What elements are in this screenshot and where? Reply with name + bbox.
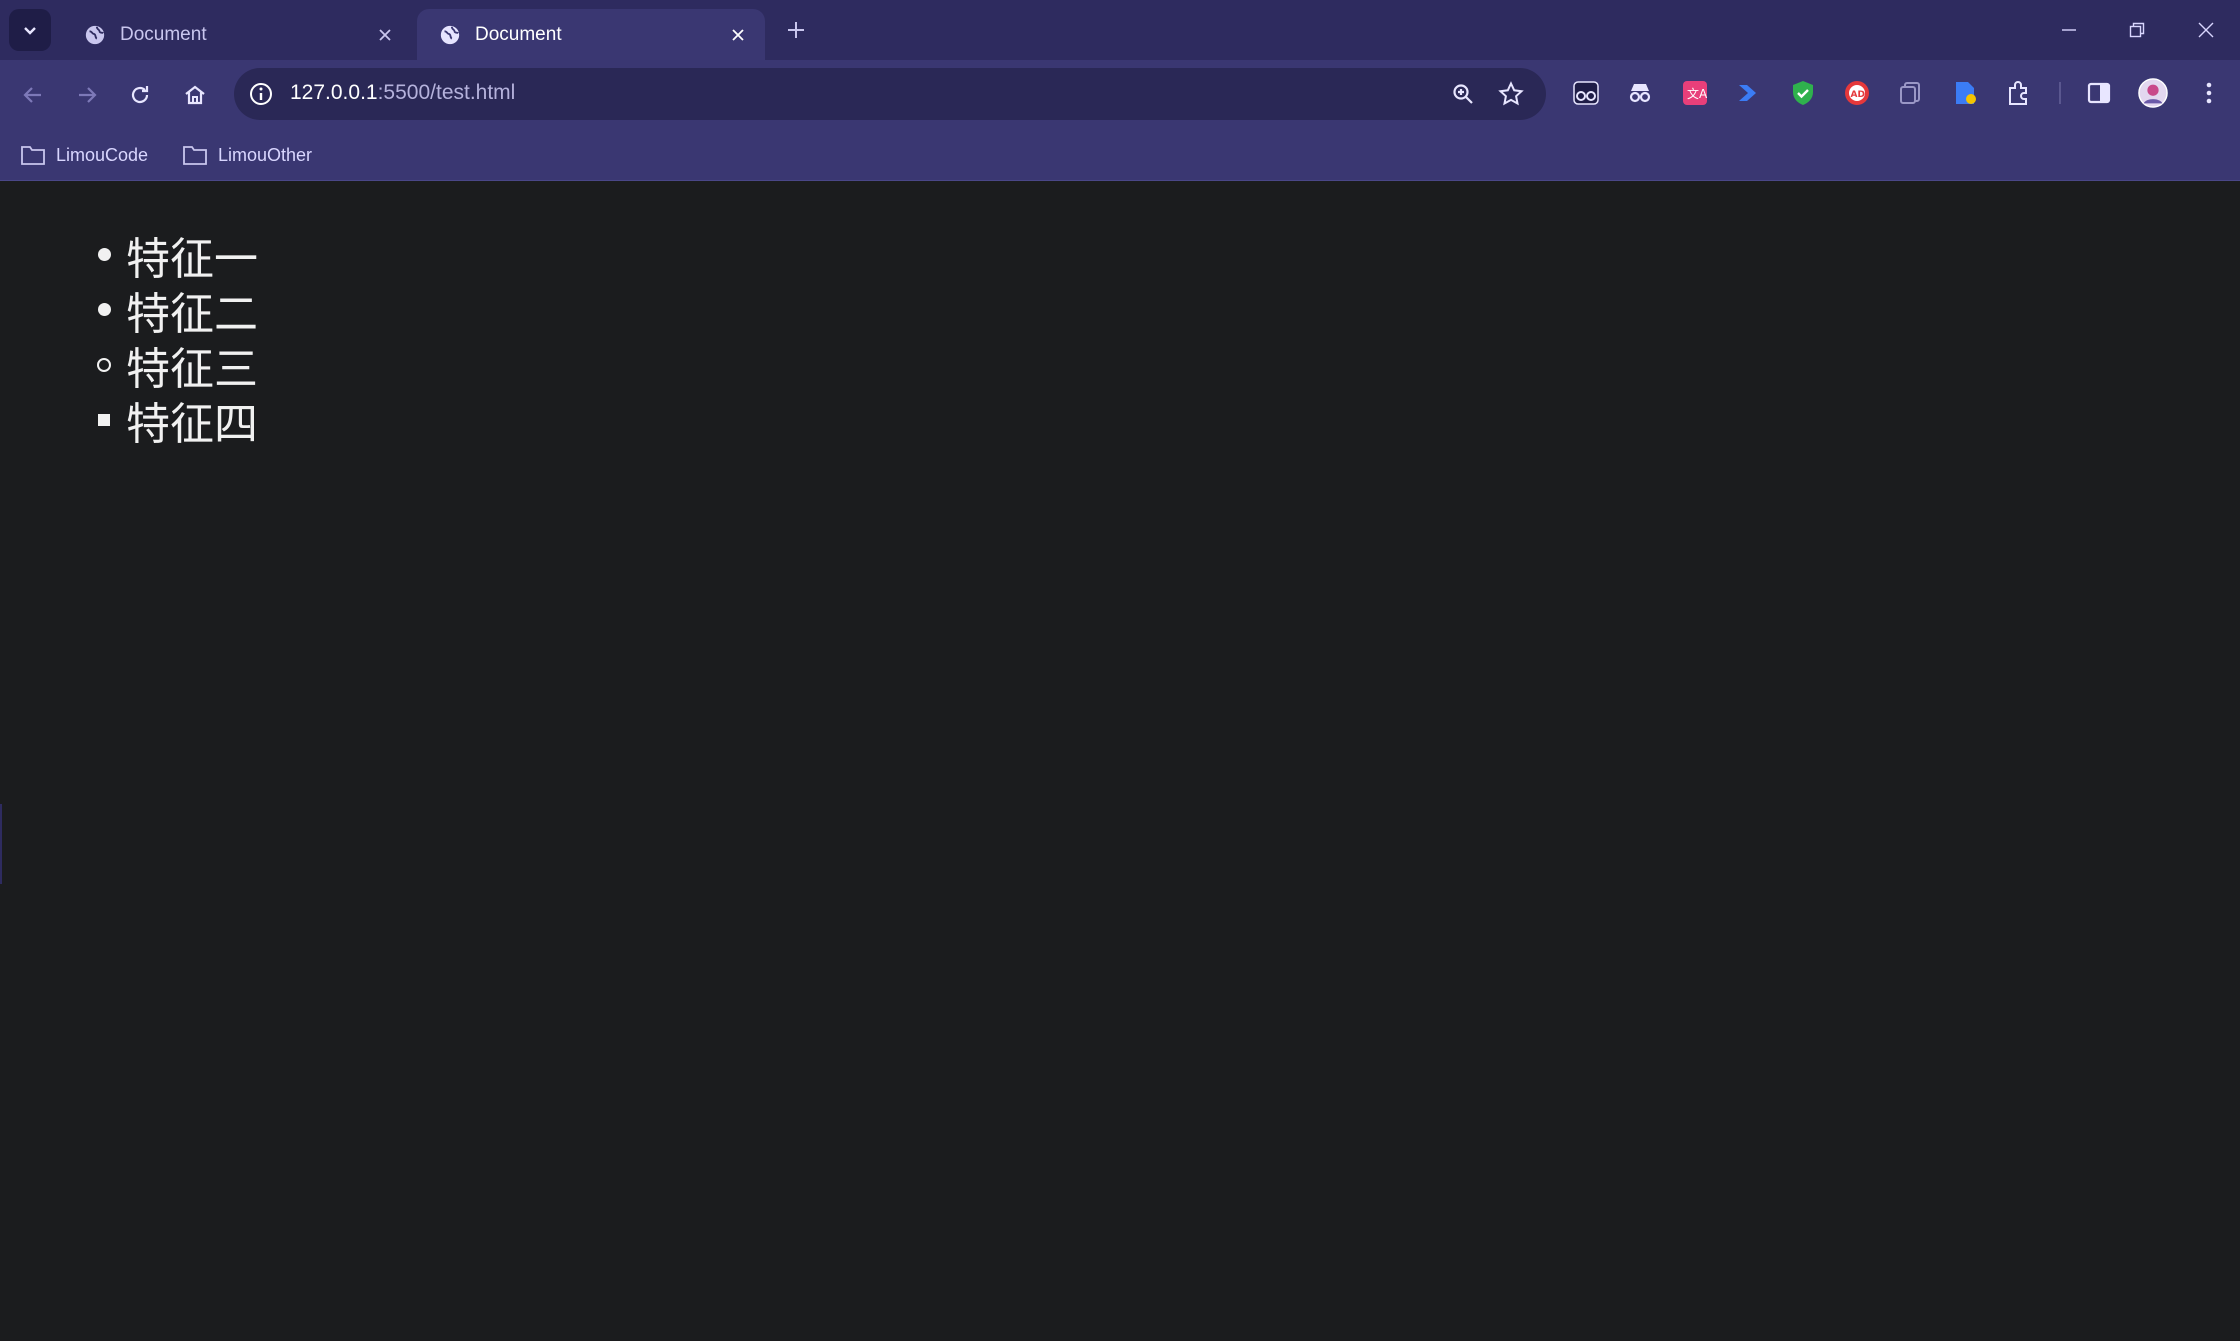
new-tab-button[interactable] xyxy=(781,15,811,45)
disc-bullet xyxy=(82,282,126,337)
plus-icon xyxy=(788,22,804,38)
square-bullet xyxy=(82,392,126,447)
star-icon xyxy=(1498,81,1524,106)
extensions-button[interactable] xyxy=(2004,78,2034,108)
url-host: 127.0.0.1 xyxy=(290,81,378,104)
close-icon xyxy=(379,28,391,41)
url-path: :5500/test.html xyxy=(377,81,516,104)
menu-button[interactable] xyxy=(2194,78,2224,108)
chevron-down-icon xyxy=(24,27,36,35)
minimize-button[interactable] xyxy=(2047,12,2091,48)
home-icon xyxy=(185,85,205,105)
bookmark-label: LimouOther xyxy=(218,144,313,165)
tab-document-2[interactable]: Document xyxy=(417,9,765,60)
bookmark-folder-limoucode[interactable]: LimouCode xyxy=(20,140,148,170)
list-item: 特征一 xyxy=(82,227,258,285)
svg-text:AD: AD xyxy=(1851,90,1865,100)
arrow-right-icon xyxy=(79,87,97,103)
toolbar-separator xyxy=(2059,82,2061,104)
back-button[interactable] xyxy=(15,77,51,113)
browser-chrome: Document Document 127.0.0.1:5500/test.ht… xyxy=(0,0,2240,181)
address-url: 127.0.0.1:5500/test.html xyxy=(290,81,515,105)
spy-icon xyxy=(1629,84,1651,103)
tab-title: Document xyxy=(475,23,562,45)
info-icon xyxy=(250,83,272,105)
disc-bullet xyxy=(82,227,126,282)
address-bar[interactable]: 127.0.0.1:5500/test.html xyxy=(234,68,1546,120)
close-icon xyxy=(2198,22,2214,38)
svg-text:文A: 文A xyxy=(1687,86,1708,101)
translate-icon: 文A xyxy=(1683,81,1708,105)
tab-close-button[interactable] xyxy=(725,22,751,48)
bookmarks-bar: LimouCode LimouOther xyxy=(0,130,2240,181)
home-button[interactable] xyxy=(177,77,213,113)
extension-adblock-button[interactable]: AD xyxy=(1842,78,1872,108)
left-edge-indicator xyxy=(0,804,2,884)
bookmark-star-button[interactable] xyxy=(1496,79,1526,109)
extension-spy-button[interactable] xyxy=(1625,78,1655,108)
close-window-button[interactable] xyxy=(2184,12,2228,48)
tab-title: Document xyxy=(120,23,207,45)
side-panel-button[interactable] xyxy=(2084,78,2114,108)
extension-file-button[interactable] xyxy=(1950,78,1980,108)
copy-icon xyxy=(1900,82,1920,104)
more-vertical-icon xyxy=(2206,82,2212,104)
puzzle-icon xyxy=(2009,81,2027,105)
list-item: 特征四 xyxy=(82,392,258,450)
tab-document-1[interactable]: Document xyxy=(62,9,412,60)
side-panel-icon xyxy=(2087,82,2111,104)
profile-button[interactable] xyxy=(2138,78,2168,108)
folder-icon xyxy=(21,146,45,165)
extension-reader-button[interactable] xyxy=(1571,78,1601,108)
restore-icon xyxy=(2129,22,2145,38)
reload-button[interactable] xyxy=(122,77,158,113)
file-icon xyxy=(1956,82,1976,104)
forward-button[interactable] xyxy=(69,77,105,113)
adblock-icon: AD xyxy=(1845,81,1869,105)
restore-button[interactable] xyxy=(2115,12,2159,48)
globe-icon xyxy=(440,25,460,44)
glasses-icon xyxy=(1573,81,1599,105)
extension-translate-button[interactable]: 文A xyxy=(1680,78,1710,108)
extension-shield-button[interactable] xyxy=(1788,78,1818,108)
zoom-icon xyxy=(1453,84,1473,104)
zoom-button[interactable] xyxy=(1448,79,1478,109)
list-item: 特征三 xyxy=(82,337,258,395)
bookmark-folder-limouother[interactable]: LimouOther xyxy=(182,140,312,170)
feature-list: 特征一 特征二 特征三 特征四 xyxy=(82,227,258,450)
tab-strip: Document Document xyxy=(0,0,2240,60)
tab-search-button[interactable] xyxy=(9,9,51,51)
chevron-right-icon xyxy=(1739,85,1756,101)
close-icon xyxy=(732,28,744,41)
list-item-text: 特征四 xyxy=(126,398,258,450)
list-item: 特征二 xyxy=(82,282,258,340)
folder-icon xyxy=(183,146,207,165)
avatar xyxy=(2138,78,2168,108)
extension-copy-button[interactable] xyxy=(1896,78,1926,108)
globe-icon xyxy=(85,25,105,44)
circle-bullet xyxy=(82,337,126,392)
extension-arrow-button[interactable] xyxy=(1734,78,1764,108)
shield-icon xyxy=(1793,81,1813,105)
tab-close-button[interactable] xyxy=(372,22,398,48)
page-content: 特征一 特征二 特征三 特征四 xyxy=(0,181,2240,1341)
reload-icon xyxy=(131,86,149,104)
minimize-icon xyxy=(2062,29,2076,31)
arrow-left-icon xyxy=(23,87,41,103)
bookmark-label: LimouCode xyxy=(56,144,149,165)
